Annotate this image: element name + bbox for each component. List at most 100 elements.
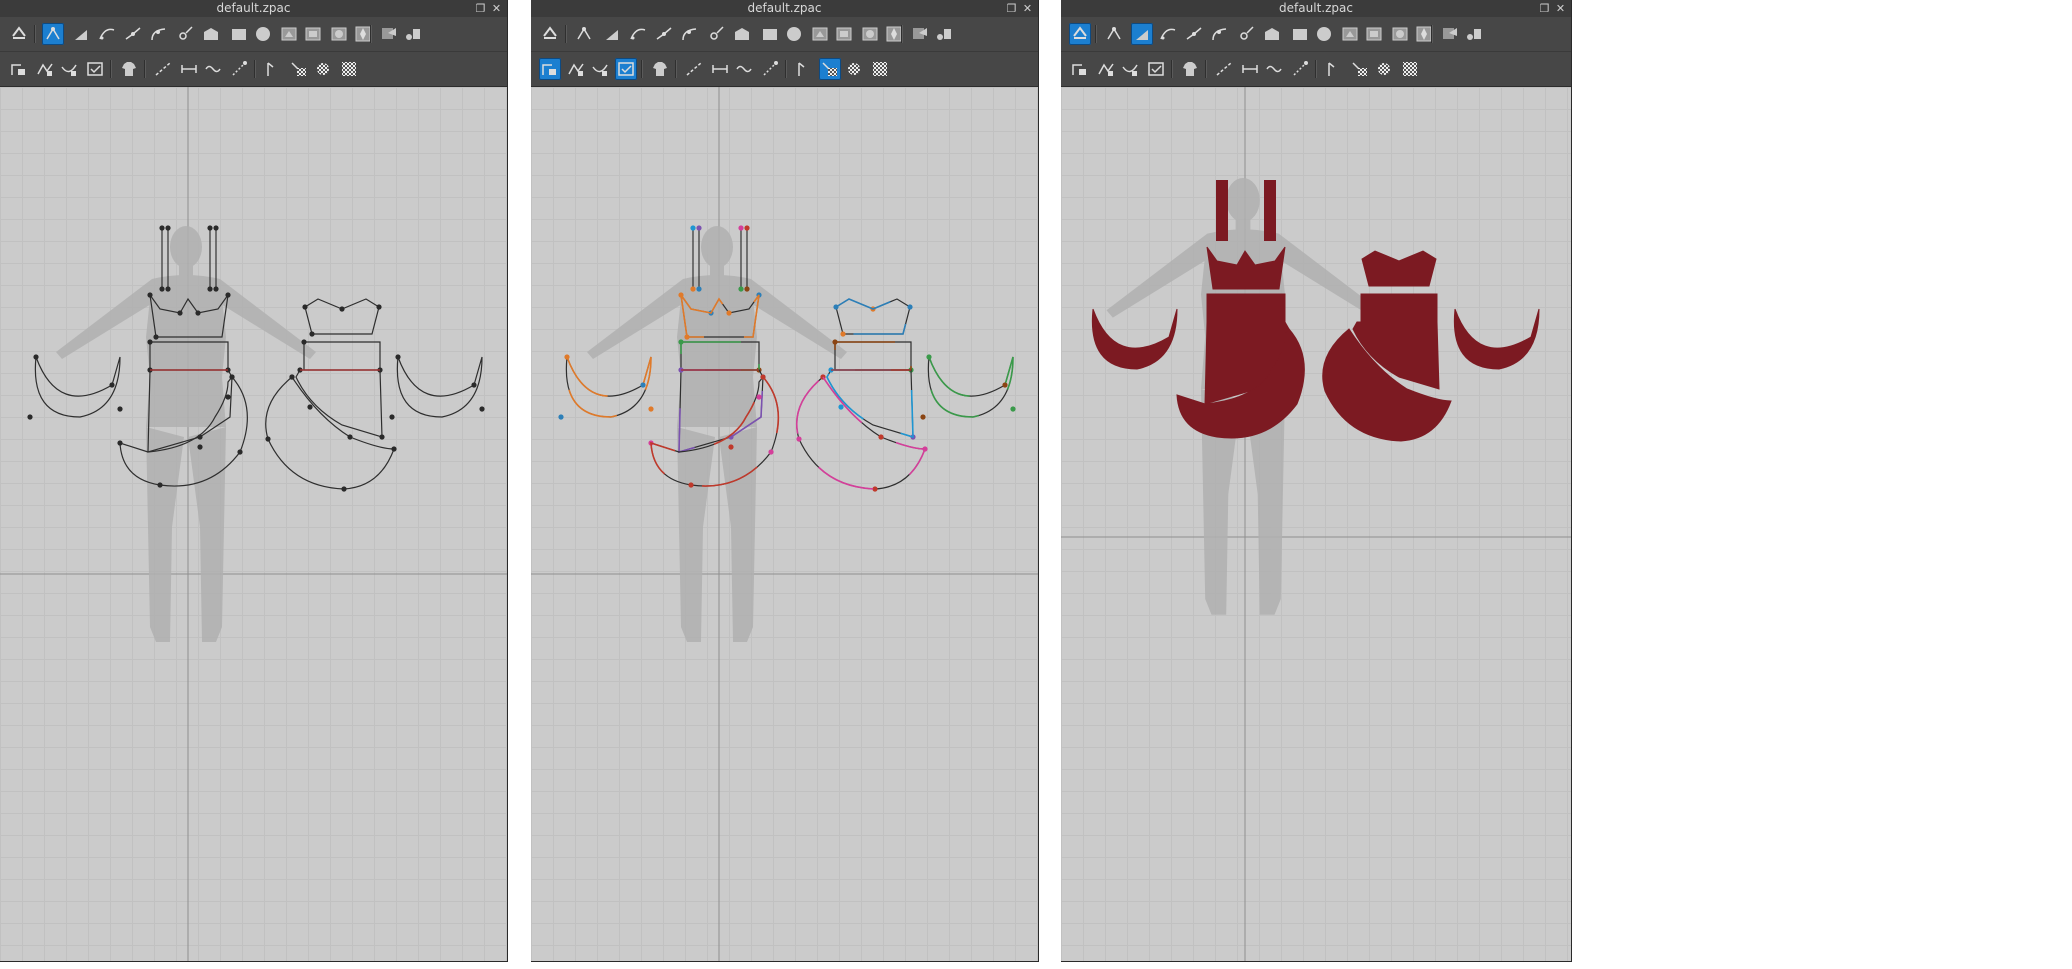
baseline-icon[interactable] (793, 58, 815, 80)
transform-arrange-icon[interactable] (539, 58, 561, 80)
circle-icon[interactable] (783, 23, 805, 45)
pattern-point[interactable] (376, 304, 382, 310)
pattern-point[interactable] (728, 444, 734, 450)
pattern-point[interactable] (907, 304, 913, 310)
edit-sewing-icon[interactable] (1213, 58, 1235, 80)
curve-point-icon[interactable] (1209, 23, 1231, 45)
texture-icon[interactable] (288, 58, 310, 80)
edit-point-icon[interactable] (70, 23, 92, 45)
pattern-point[interactable] (690, 286, 696, 292)
transform-arrange-icon[interactable] (8, 58, 30, 80)
pattern-point[interactable] (838, 404, 844, 410)
rectangle-icon[interactable] (1289, 23, 1311, 45)
seam-line[interactable] (826, 369, 914, 439)
transform-icon[interactable] (8, 23, 30, 45)
circle-icon[interactable] (1313, 23, 1335, 45)
pattern-point[interactable] (213, 286, 219, 292)
pattern-point[interactable] (289, 374, 295, 380)
tape-icon[interactable] (1263, 58, 1285, 80)
pin-icon[interactable] (1289, 58, 1311, 80)
pattern-point[interactable] (744, 225, 750, 231)
sewing-point-icon[interactable] (705, 23, 727, 45)
rectangle-icon[interactable] (759, 23, 781, 45)
pattern-point[interactable] (165, 225, 171, 231)
pattern-point[interactable] (207, 225, 213, 231)
fold-arrangement-icon[interactable] (402, 23, 424, 45)
polygon-icon[interactable] (731, 23, 753, 45)
rectangle-icon[interactable] (228, 23, 250, 45)
edit-point-icon[interactable] (601, 23, 623, 45)
edit-curve-point-icon[interactable] (1157, 23, 1179, 45)
pattern-point[interactable] (648, 406, 654, 412)
internal-rectangle-icon[interactable] (302, 23, 324, 45)
pattern-point[interactable] (1002, 382, 1008, 388)
pattern-point[interactable] (177, 310, 183, 316)
edit-sewing-icon[interactable] (683, 58, 705, 80)
pattern-point[interactable] (738, 286, 744, 292)
free-sewing-icon[interactable] (589, 58, 611, 80)
add-point-icon[interactable] (653, 23, 675, 45)
pattern-point[interactable] (558, 414, 564, 420)
seam-line[interactable] (795, 375, 927, 490)
internal-polygon-icon[interactable] (1339, 23, 1361, 45)
pattern-point[interactable] (872, 486, 878, 492)
edit-pattern-icon[interactable] (573, 23, 595, 45)
pattern-point[interactable] (265, 436, 271, 442)
tape-icon[interactable] (733, 58, 755, 80)
pattern-point[interactable] (302, 304, 308, 310)
pattern-point[interactable] (229, 374, 235, 380)
pattern-point[interactable] (696, 286, 702, 292)
pattern-point[interactable] (738, 225, 744, 231)
window-titlebar[interactable]: default.zpac ❐ ✕ (1061, 0, 1571, 18)
internal-circle-icon[interactable] (859, 23, 881, 45)
pattern-point[interactable] (207, 286, 213, 292)
restore-window-icon[interactable]: ❐ (474, 2, 487, 15)
edit-curve-point-icon[interactable] (96, 23, 118, 45)
2d-pattern-canvas[interactable] (1061, 87, 1571, 961)
pin-icon[interactable] (759, 58, 781, 80)
pattern-point[interactable] (117, 406, 123, 412)
internal-polygon-icon[interactable] (278, 23, 300, 45)
pattern-point[interactable] (117, 440, 123, 446)
transform-icon[interactable] (1069, 23, 1091, 45)
free-sewing-icon[interactable] (1119, 58, 1141, 80)
baseline-icon[interactable] (262, 58, 284, 80)
pattern-grid-icon[interactable] (869, 58, 891, 80)
pattern-point[interactable] (341, 486, 347, 492)
close-window-icon[interactable]: ✕ (490, 2, 503, 15)
segment-sewing-icon[interactable] (34, 58, 56, 80)
pattern-point[interactable] (195, 310, 201, 316)
pattern-point[interactable] (237, 449, 243, 455)
transform-icon[interactable] (539, 23, 561, 45)
pattern-point[interactable] (301, 339, 307, 345)
baseline-icon[interactable] (1323, 58, 1345, 80)
graphic-icon[interactable] (843, 58, 865, 80)
pattern-point[interactable] (159, 225, 165, 231)
pattern-point[interactable] (726, 310, 732, 316)
2d-pattern-canvas[interactable] (531, 87, 1038, 961)
internal-polygon-icon[interactable] (809, 23, 831, 45)
texture-icon[interactable] (1349, 58, 1371, 80)
polygon-icon[interactable] (1261, 23, 1283, 45)
show-3d-garment-icon[interactable] (649, 58, 671, 80)
show-3d-garment-icon[interactable] (1179, 58, 1201, 80)
pattern-point[interactable] (213, 225, 219, 231)
pattern-point[interactable] (688, 482, 694, 488)
pattern-point[interactable] (395, 354, 401, 360)
pattern-point[interactable] (147, 292, 153, 298)
pattern-point[interactable] (840, 331, 846, 337)
trace-icon[interactable] (1439, 23, 1461, 45)
pattern-point[interactable] (878, 434, 884, 440)
seam-line[interactable] (835, 298, 911, 335)
seam-line[interactable] (834, 341, 912, 371)
close-window-icon[interactable]: ✕ (1021, 2, 1034, 15)
pattern-point[interactable] (1010, 406, 1016, 412)
show-3d-garment-icon[interactable] (118, 58, 140, 80)
pattern-point[interactable] (347, 434, 353, 440)
pattern-point[interactable] (147, 339, 153, 345)
pattern-point[interactable] (153, 334, 159, 340)
internal-rectangle-icon[interactable] (833, 23, 855, 45)
segment-length-icon[interactable] (178, 58, 200, 80)
polygon-icon[interactable] (200, 23, 222, 45)
pattern-point[interactable] (690, 225, 696, 231)
